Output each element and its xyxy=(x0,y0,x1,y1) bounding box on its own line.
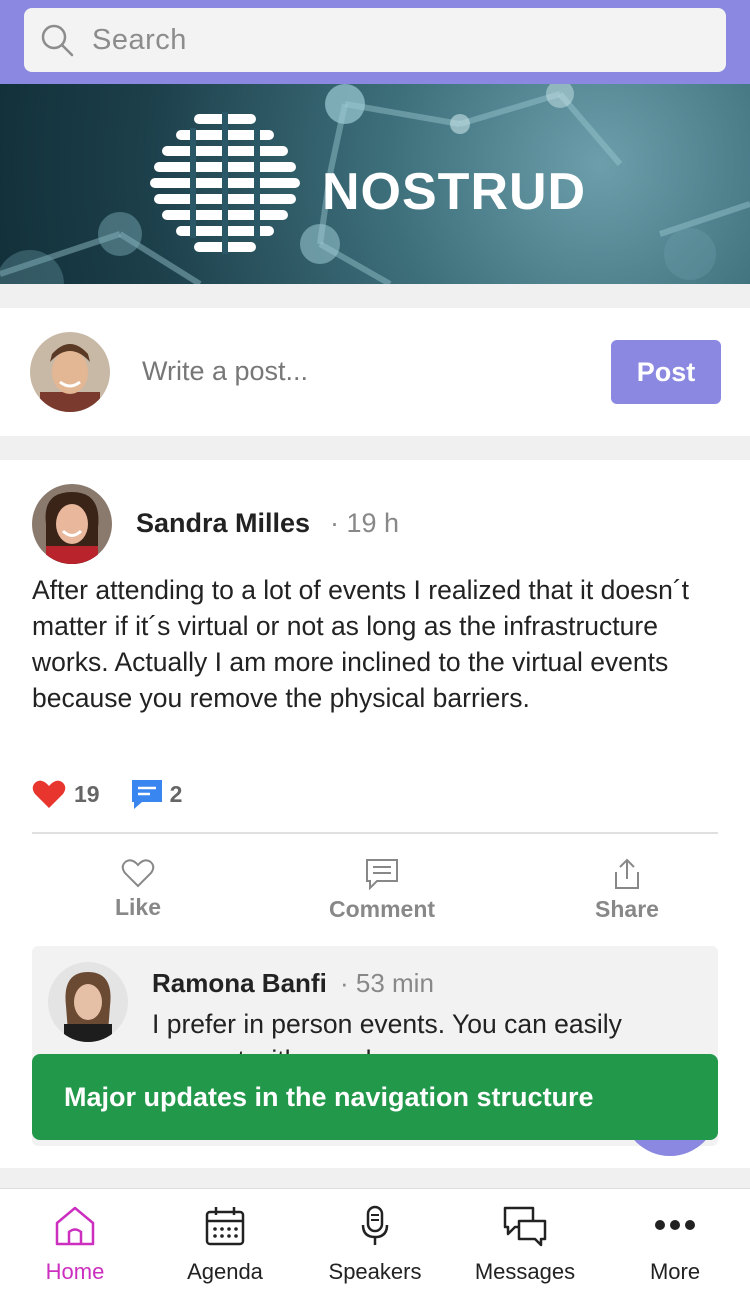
commenter-name[interactable]: Ramona Banfi xyxy=(152,968,327,999)
like-count: 19 xyxy=(74,780,100,807)
like-button[interactable]: Like xyxy=(58,858,218,921)
heart-outline-icon xyxy=(121,859,155,888)
nav-speakers[interactable]: Speakers xyxy=(300,1189,450,1291)
reaction-summary: 19 2 xyxy=(32,778,182,810)
comment-label: Comment xyxy=(328,896,436,922)
nav-home-label: Home xyxy=(45,1259,105,1284)
comment-button[interactable]: Comment xyxy=(302,858,462,923)
comment-count: 2 xyxy=(169,780,183,807)
author-name[interactable]: Sandra Milles xyxy=(136,508,310,539)
share-icon xyxy=(615,858,639,889)
divider xyxy=(32,832,718,834)
post-button[interactable]: Post xyxy=(611,340,721,404)
post-input[interactable]: Write a post... xyxy=(142,356,308,387)
post-time: · 19 h xyxy=(330,508,400,538)
share-label: Share xyxy=(595,896,659,922)
search-field[interactable]: Search xyxy=(24,8,726,72)
post-body: After attending to a lot of events I rea… xyxy=(32,575,690,713)
commenter-avatar[interactable] xyxy=(48,962,128,1042)
brand-name: NOSTRUD xyxy=(322,163,587,221)
nav-agenda[interactable]: Agenda xyxy=(150,1189,300,1291)
comment-count-icon xyxy=(131,780,162,809)
calendar-icon xyxy=(205,1207,245,1246)
search-icon xyxy=(41,24,74,57)
home-icon xyxy=(55,1206,95,1246)
brand-logo-icon xyxy=(150,112,300,254)
comment-time: · 53 min xyxy=(340,968,434,998)
share-button[interactable]: Share xyxy=(547,858,707,923)
bottom-navigation: Home Agenda Speakers Messages More xyxy=(0,1188,750,1291)
event-banner: NOSTRUD xyxy=(0,84,750,284)
search-placeholder: Search xyxy=(92,23,187,56)
author-avatar[interactable] xyxy=(32,484,112,564)
microphone-icon xyxy=(361,1205,389,1245)
nav-messages[interactable]: Messages xyxy=(450,1189,600,1291)
top-bar: Search xyxy=(0,0,750,84)
toast-notification[interactable]: Major updates in the navigation structur… xyxy=(32,1054,718,1140)
nav-more[interactable]: More xyxy=(600,1189,750,1291)
nav-home[interactable]: Home xyxy=(0,1189,150,1291)
messages-icon xyxy=(503,1206,547,1247)
nav-agenda-label: Agenda xyxy=(187,1259,263,1284)
heart-icon xyxy=(32,780,66,808)
current-user-avatar[interactable] xyxy=(30,332,110,412)
like-label: Like xyxy=(114,894,162,920)
nav-speakers-label: Speakers xyxy=(328,1259,422,1284)
more-icon xyxy=(655,1220,695,1230)
toast-message: Major updates in the navigation structur… xyxy=(64,1081,594,1112)
nav-more-label: More xyxy=(649,1259,701,1284)
nav-messages-label: Messages xyxy=(474,1259,576,1284)
comment-outline-icon xyxy=(366,859,398,890)
